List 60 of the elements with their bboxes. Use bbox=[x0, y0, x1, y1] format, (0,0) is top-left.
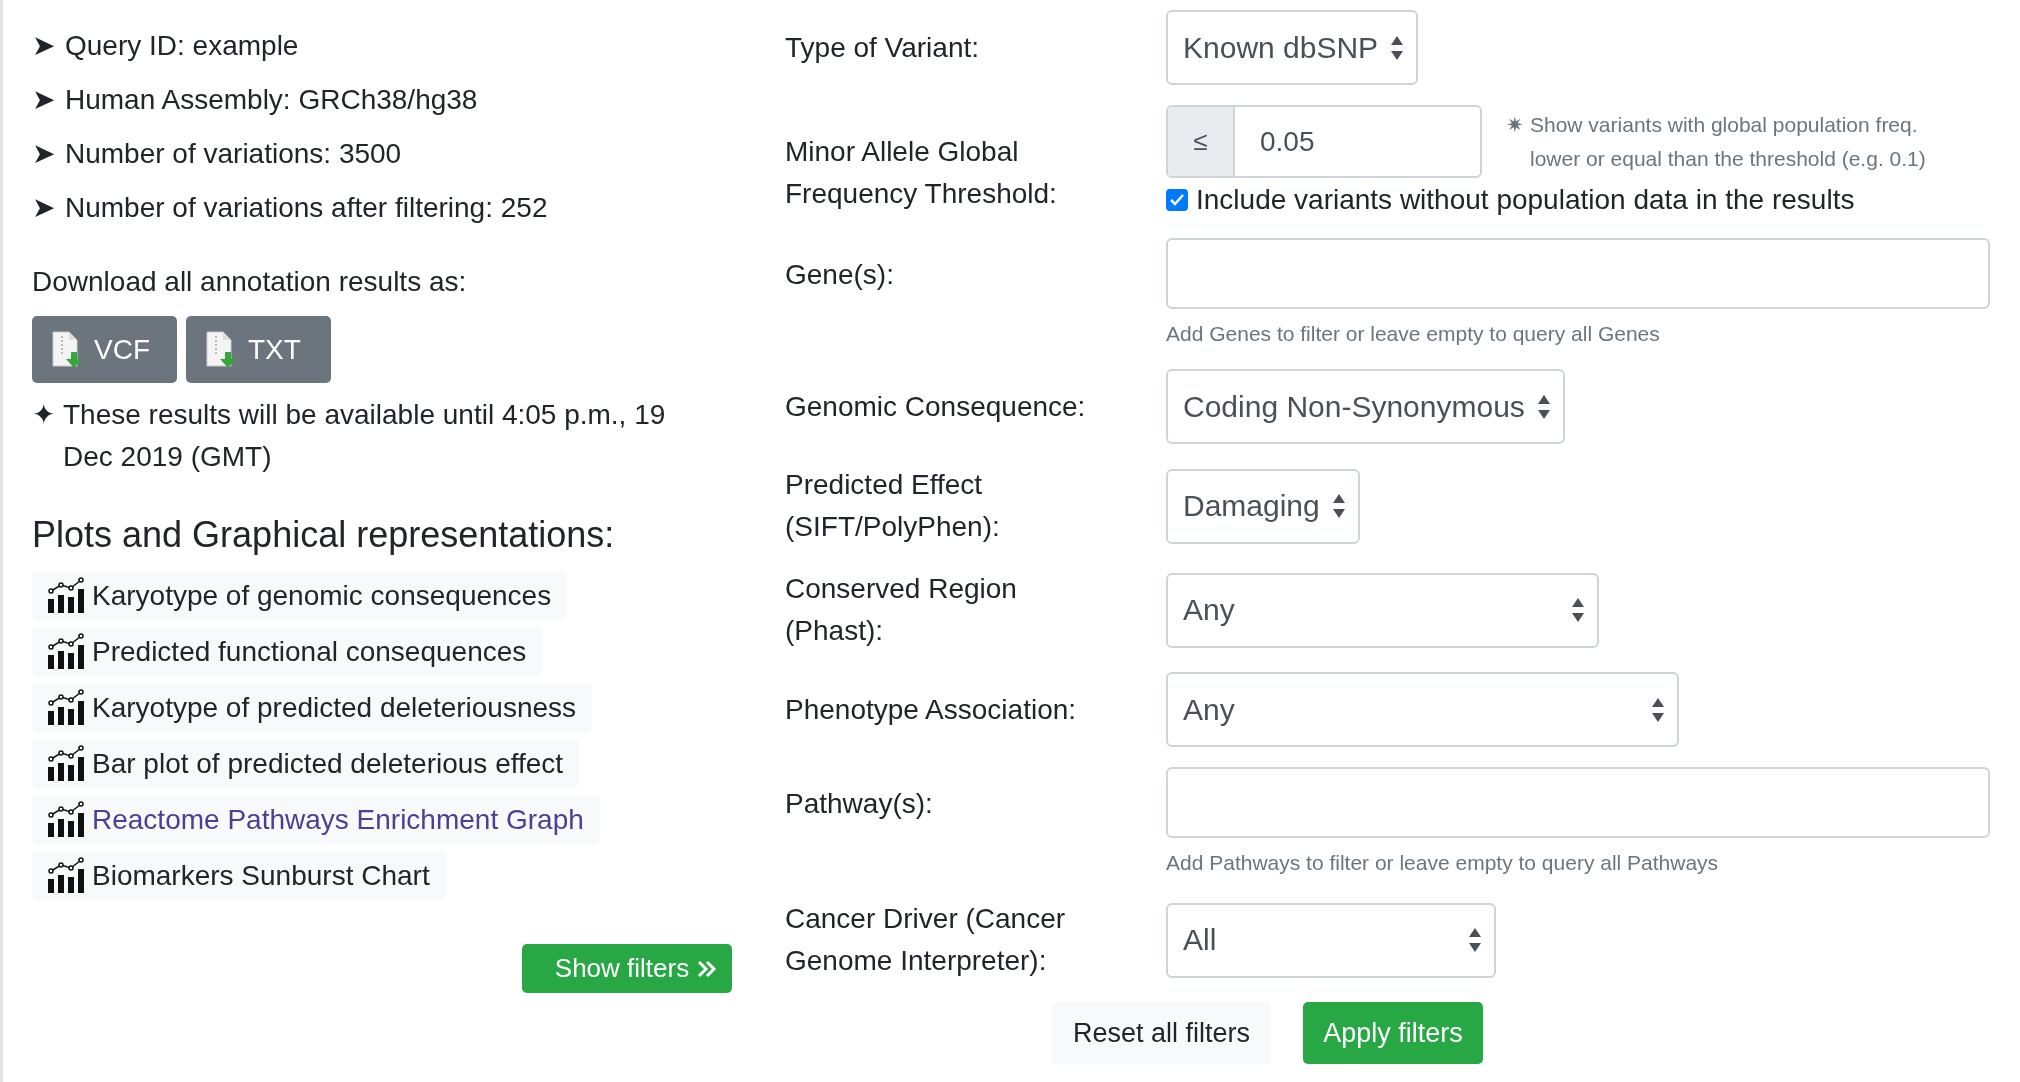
check-icon bbox=[1170, 194, 1184, 206]
checkbox-label: Include variants without population data in the results bbox=[1196, 183, 1855, 217]
select-dropdown[interactable]: Any bbox=[1166, 572, 1599, 648]
plot-link[interactable]: Predicted functional consequences bbox=[32, 627, 543, 676]
chart-icon bbox=[46, 800, 86, 839]
filter-label: Gene(s): bbox=[785, 258, 895, 292]
reset-button[interactable]: Reset all filters bbox=[1052, 1002, 1271, 1064]
help-text: Add Pathways to filter or leave empty to query all Pathways bbox=[1166, 850, 1719, 876]
filter-label: Conserved Region (Phast): bbox=[785, 572, 1018, 648]
chart-icon bbox=[46, 632, 86, 671]
arrow-bullet: ➤ bbox=[32, 191, 55, 225]
double-chevron-icon bbox=[697, 959, 718, 978]
select-dropdown[interactable]: Coding Non-Synonymous bbox=[1166, 369, 1565, 444]
chart-icon bbox=[46, 576, 86, 615]
plot-link[interactable]: Karyotype of genomic consequences bbox=[32, 571, 568, 620]
arrow-bullet: ➤ bbox=[32, 83, 55, 117]
filter-label: Type of Variant: bbox=[785, 30, 981, 65]
plot-link[interactable]: Bar plot of predicted deleterious effect bbox=[32, 739, 580, 788]
select-dropdown[interactable]: Damaging bbox=[1166, 468, 1360, 544]
summary-text: Human Assembly: GRCh38/hg38 bbox=[65, 83, 478, 117]
chart-icon bbox=[46, 856, 86, 895]
input-field[interactable] bbox=[1166, 767, 1990, 838]
select-dropdown[interactable]: Known dbSNP bbox=[1166, 10, 1419, 85]
caret-icon bbox=[1536, 393, 1551, 420]
download-label: Download all annotation results as: bbox=[32, 265, 468, 299]
filter-label: Predicted Effect (SIFT/PolyPhen): bbox=[785, 468, 1001, 544]
filter-label: Phenotype Association: bbox=[785, 692, 1078, 727]
filter-label: Genomic Consequence: bbox=[785, 389, 1087, 424]
plot-link[interactable]: Karyotype of predicted deleteriousness bbox=[32, 683, 593, 732]
arrow-bullet: ➤ bbox=[32, 137, 55, 171]
filter-label: Cancer Driver (Cancer Genome Interpreter): bbox=[785, 902, 1067, 978]
file-download-icon bbox=[50, 329, 84, 370]
select-dropdown[interactable]: Any bbox=[1166, 672, 1679, 747]
asterisk-icon: ✷ bbox=[1506, 107, 1524, 176]
file-download-icon bbox=[204, 329, 238, 370]
caret-icon bbox=[1651, 696, 1665, 723]
plot-link[interactable]: Reactome Pathways Enrichment Graph bbox=[32, 795, 600, 844]
caret-icon bbox=[1468, 927, 1482, 953]
help-text: Add Genes to filter or leave empty to query all Genes bbox=[1166, 321, 1660, 347]
summary-text: Number of variations: 3500 bbox=[65, 137, 402, 171]
star-bullet: ✦ bbox=[32, 398, 55, 432]
select-dropdown[interactable]: All bbox=[1166, 902, 1496, 978]
hint-text: Show variants with global population freq. lower or equal than the threshold (e.g. 0.1) bbox=[1530, 111, 1927, 172]
chart-icon bbox=[46, 688, 86, 727]
caret-icon bbox=[1331, 493, 1346, 519]
availability-note: These results will be available until 4:05 p.m., 19 Dec 2019 (GMT) bbox=[63, 398, 667, 474]
download-button[interactable]: VCF bbox=[32, 316, 177, 383]
caret-icon bbox=[1571, 597, 1585, 623]
download-button[interactable]: TXT bbox=[186, 316, 331, 383]
arrow-bullet: ➤ bbox=[32, 29, 55, 63]
summary-text: Query ID: example bbox=[65, 29, 299, 63]
plots-heading: Plots and Graphical representations: bbox=[32, 513, 616, 557]
chart-icon bbox=[46, 744, 86, 783]
checkbox[interactable] bbox=[1166, 189, 1188, 211]
input-field[interactable] bbox=[1166, 238, 1990, 309]
caret-icon bbox=[1390, 34, 1405, 61]
plot-link[interactable]: Biomarkers Sunburst Chart bbox=[32, 851, 446, 900]
filter-label: Pathway(s): bbox=[785, 787, 934, 821]
filter-label: Minor Allele Global Frequency Threshold: bbox=[785, 135, 1058, 211]
summary-text: Number of variations after filtering: 252 bbox=[65, 191, 548, 225]
